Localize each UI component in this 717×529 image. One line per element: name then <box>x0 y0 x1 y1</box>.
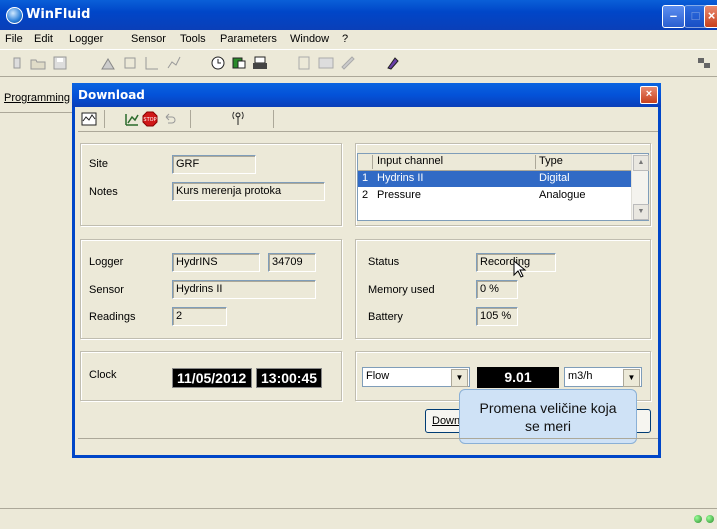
dialog-title: Download <box>78 88 145 102</box>
memory-field[interactable]: 0 % <box>476 280 518 299</box>
sensor-icon[interactable] <box>144 55 160 71</box>
logger-program-icon[interactable] <box>100 55 116 71</box>
mouse-cursor-icon <box>513 260 527 278</box>
chevron-down-icon[interactable]: ▼ <box>623 369 640 387</box>
status-bar <box>0 508 717 529</box>
main-toolbar <box>0 49 717 77</box>
header-type[interactable]: Type <box>539 155 563 167</box>
sensor-field[interactable]: Hydrins II <box>172 280 316 299</box>
dialog-divider <box>78 438 658 439</box>
battery-label: Battery <box>368 311 403 323</box>
new-icon[interactable] <box>10 55 26 71</box>
memory-label: Memory used <box>368 284 435 296</box>
logger-info-icon[interactable] <box>122 55 138 71</box>
menu-tools[interactable]: Tools <box>180 33 206 45</box>
status-label: Status <box>368 256 400 268</box>
clock-label: Clock <box>89 369 117 381</box>
network-icon[interactable] <box>696 55 712 71</box>
chevron-down-icon[interactable]: ▼ <box>451 369 468 387</box>
undo-icon[interactable] <box>162 111 178 127</box>
save-icon[interactable] <box>52 55 68 71</box>
minimize-button[interactable]: – <box>662 5 685 28</box>
menu-sensor[interactable]: Sensor <box>131 33 166 45</box>
readings-label: Readings <box>89 311 136 323</box>
table-row[interactable]: 2 Pressure Analogue <box>358 188 633 204</box>
chart-icon[interactable] <box>166 55 182 71</box>
clock-date: 11/05/2012 <box>172 368 252 388</box>
logger-label: Logger <box>89 256 124 268</box>
clock-time: 13:00:45 <box>256 368 322 388</box>
logger-field[interactable]: HydrINS <box>172 253 260 272</box>
app-titlebar: WinFluid – □ × <box>0 0 717 30</box>
table-scrollbar[interactable]: ▲ ▼ <box>631 154 649 220</box>
download-icon[interactable] <box>231 55 247 71</box>
dialog-titlebar: Download × <box>72 83 661 107</box>
dialog-toolbar: STOP <box>78 108 658 132</box>
table-row[interactable]: 1 Hydrins II Digital <box>358 171 633 187</box>
scroll-up-icon[interactable]: ▲ <box>633 155 649 171</box>
menu-help[interactable]: ? <box>342 33 348 45</box>
menu-logger[interactable]: Logger <box>69 33 103 45</box>
start-download-icon[interactable] <box>124 111 140 127</box>
unit-select[interactable]: m3/h ▼ <box>564 367 642 387</box>
menu-window[interactable]: Window <box>290 33 329 45</box>
svg-text:STOP: STOP <box>143 117 156 123</box>
channels-table[interactable]: Input channel Type 1 Hydrins II Digital … <box>357 153 649 221</box>
measured-value: 9.01 <box>477 367 559 388</box>
app-title: WinFluid <box>26 7 91 22</box>
site-field[interactable]: GRF <box>172 155 256 174</box>
notes-label: Notes <box>89 186 118 198</box>
quantity-select[interactable]: Flow ▼ <box>362 367 470 387</box>
graph-icon[interactable] <box>318 55 334 71</box>
menu-parameters[interactable]: Parameters <box>220 33 277 45</box>
antenna-icon[interactable] <box>230 110 246 126</box>
scroll-down-icon[interactable]: ▼ <box>633 204 649 220</box>
menu-edit[interactable]: Edit <box>34 33 53 45</box>
logger-serial-field[interactable]: 34709 <box>268 253 316 272</box>
battery-field[interactable]: 105 % <box>476 307 518 326</box>
tooltip-line2: se meri <box>525 418 571 434</box>
unit-select-value: m3/h <box>568 370 593 382</box>
status-led-icon <box>694 515 702 523</box>
programming-tab[interactable]: Programming <box>0 83 80 113</box>
programming-tab-label: Programming <box>4 92 71 104</box>
export-icon[interactable] <box>340 55 356 71</box>
tooltip-line1: Promena veličine koja <box>479 400 617 416</box>
notes-field[interactable]: Kurs merenja protoka <box>172 182 325 201</box>
readings-field[interactable]: 2 <box>172 307 227 326</box>
menu-bar: File Edit Logger Sensor Tools Parameters… <box>0 30 717 49</box>
download-button-label: Down <box>432 415 461 427</box>
clock-icon[interactable] <box>210 55 226 71</box>
quantity-select-value: Flow <box>366 370 390 382</box>
open-folder-icon[interactable] <box>30 55 46 71</box>
list-icon[interactable] <box>296 55 312 71</box>
tooltip: Promena veličine koja se meri <box>459 389 637 444</box>
app-icon <box>6 7 23 24</box>
close-button[interactable]: × <box>704 5 717 28</box>
stop-icon[interactable]: STOP <box>142 111 158 127</box>
status-led-icon <box>706 515 714 523</box>
dialog-close-button[interactable]: × <box>640 86 658 104</box>
table-header: Input channel Type <box>358 154 633 171</box>
site-label: Site <box>89 158 108 170</box>
settings-icon[interactable] <box>385 55 401 71</box>
menu-file[interactable]: File <box>5 33 23 45</box>
graph-view-icon[interactable] <box>81 111 97 127</box>
print-icon[interactable] <box>252 55 268 71</box>
sensor-label: Sensor <box>89 284 124 296</box>
header-input-channel[interactable]: Input channel <box>377 155 443 167</box>
